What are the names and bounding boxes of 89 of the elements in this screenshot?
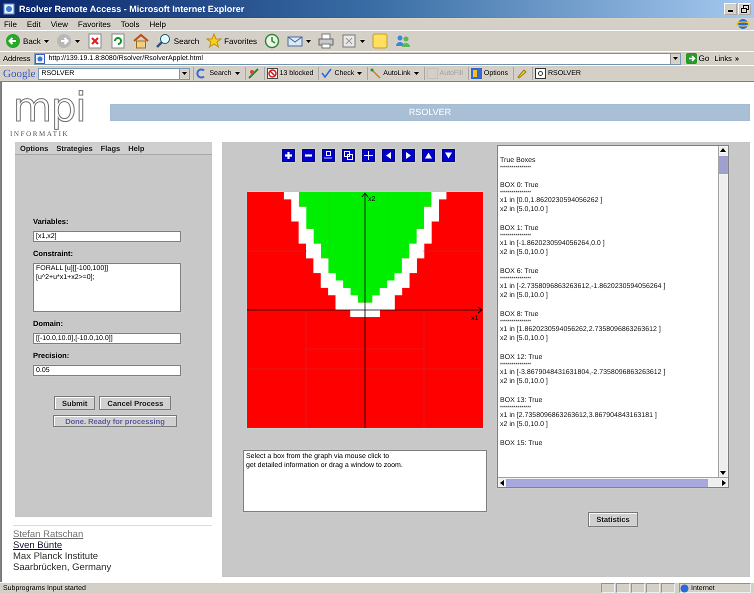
favorites-button[interactable]: Favorites: [204, 32, 260, 50]
home-button[interactable]: [130, 32, 151, 50]
credit-text: Saarbrücken, Germany: [13, 562, 112, 573]
left-arrow-icon: [384, 151, 392, 160]
scroll-up-icon: [719, 146, 727, 154]
zoom-window-icon: [344, 151, 352, 160]
search-icon: [156, 33, 172, 49]
people-icon: [395, 33, 412, 49]
link-icon: [370, 68, 382, 79]
caret-icon: [414, 72, 419, 75]
down-arrow-icon: [444, 151, 452, 160]
left-button[interactable]: [382, 149, 394, 162]
menu-item[interactable]: Tools: [120, 20, 140, 28]
caret-icon: [306, 40, 312, 42]
caret-icon: [182, 72, 188, 75]
page-header: RSOLVER: [110, 104, 750, 120]
caret-icon: [44, 40, 49, 42]
globe-icon: [680, 584, 689, 592]
term-icon: [535, 68, 546, 79]
caret-icon: [234, 72, 240, 75]
google-logo[interactable]: Google: [3, 68, 36, 80]
up-button[interactable]: [422, 149, 434, 162]
star-icon: [206, 33, 222, 49]
search-button[interactable]: Search: [154, 32, 202, 50]
zoom-fit-icon: [324, 151, 332, 160]
zoom-fit-button[interactable]: [322, 149, 334, 162]
browser-icon: [3, 3, 15, 15]
house-icon: [132, 33, 149, 49]
note-icon: [372, 33, 388, 49]
form-icon: [426, 68, 438, 79]
right-arrow-icon: [404, 151, 412, 160]
globe-logo-icon: [736, 18, 750, 30]
caret-icon: [357, 72, 362, 75]
up-arrow-icon: [424, 151, 432, 160]
menu-item[interactable]: File: [4, 20, 17, 28]
horizontal-scrollbar[interactable]: [498, 477, 728, 487]
status-pane: [616, 583, 630, 593]
print-button[interactable]: [316, 32, 336, 50]
page-icon: [341, 33, 358, 49]
printer-icon: [318, 33, 334, 49]
stop-icon: [86, 33, 103, 49]
undecided-boxes[interactable]: [284, 192, 446, 318]
author-link[interactable]: Sven Bünte: [13, 540, 62, 551]
zoom-window-button[interactable]: [342, 149, 354, 162]
dropdown-button[interactable]: [179, 68, 190, 78]
vertical-scrollbar[interactable]: [718, 146, 728, 477]
options-icon: [470, 68, 482, 79]
menu-item[interactable]: Edit: [26, 20, 41, 28]
menu-item[interactable]: Favorites: [78, 20, 111, 28]
scroll-thumb[interactable]: [506, 478, 708, 486]
slash-icon: [248, 68, 259, 79]
right-button[interactable]: [402, 149, 414, 162]
menu-item[interactable]: View: [50, 20, 68, 28]
zoom-out-button[interactable]: [302, 149, 314, 162]
back-button[interactable]: Back: [3, 32, 51, 50]
crosshair-icon: [364, 151, 372, 160]
pagerank-button[interactable]: [244, 67, 261, 80]
status-pane: [661, 583, 675, 593]
page-icon: [34, 54, 45, 64]
down-button[interactable]: [442, 149, 454, 162]
caret-icon: [360, 40, 366, 42]
credit-text: Max Planck Institute: [13, 551, 100, 562]
true-boxes[interactable]: [298, 192, 432, 303]
scroll-thumb[interactable]: [719, 156, 728, 174]
caret-icon: [672, 57, 678, 60]
restore-button[interactable]: [738, 3, 751, 15]
clock-icon: [264, 33, 280, 49]
refresh-icon: [110, 33, 126, 49]
plus-icon: [284, 151, 292, 160]
scroll-left-icon: [498, 478, 506, 486]
pencil-icon: [516, 68, 527, 79]
status-pane: [601, 583, 615, 593]
caret-icon: [74, 40, 80, 42]
go-button[interactable]: Go: [684, 52, 712, 64]
arc-icon: [196, 68, 208, 79]
blocked-icon: [266, 68, 278, 79]
logo-mark: mpi: [12, 86, 86, 130]
checkmark-icon: [321, 68, 332, 79]
restore-icon: [740, 5, 748, 13]
dropdown-button[interactable]: [670, 54, 680, 64]
crosshair-button[interactable]: [362, 149, 374, 162]
highlight-button[interactable]: [513, 67, 529, 80]
minimize-button[interactable]: [724, 3, 737, 15]
status-pane: [646, 583, 660, 593]
menu-item[interactable]: Help: [149, 20, 166, 28]
status-pane: [631, 583, 645, 593]
window-title: Rsolver Remote Access - Microsoft Internet Explorer: [19, 4, 246, 14]
zoom-in-button[interactable]: [282, 149, 294, 162]
author-link[interactable]: Stefan Ratschan: [13, 529, 84, 540]
